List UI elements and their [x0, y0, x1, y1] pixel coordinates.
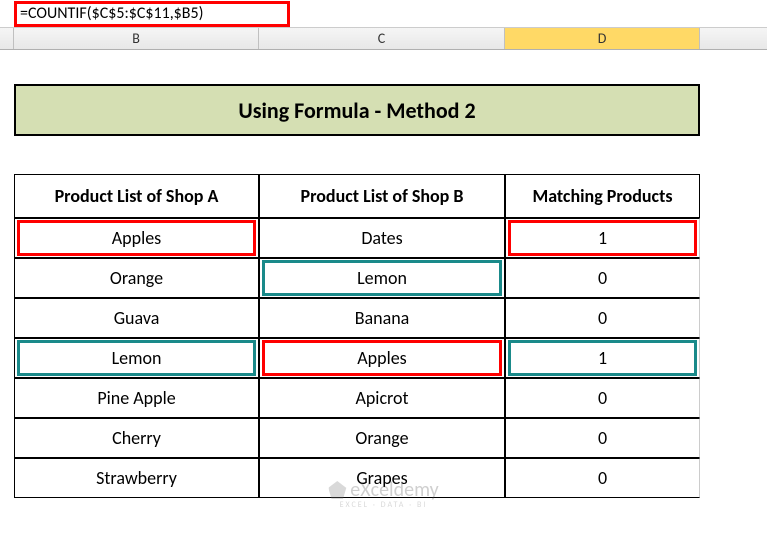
cell-shop-a[interactable]: Lemon — [14, 338, 259, 378]
table-row: Orange Lemon 0 — [14, 258, 700, 298]
col-header-d[interactable]: D — [505, 28, 700, 49]
cell-matching[interactable]: 0 — [505, 418, 700, 458]
table-row: Lemon Apples 1 — [14, 338, 700, 378]
formula-text: =COUNTIF($C$5:$C$11,$B5) — [20, 4, 203, 23]
cell-shop-b[interactable]: Apples — [259, 338, 505, 378]
cell-matching[interactable]: 0 — [505, 258, 700, 298]
header-shop-a[interactable]: Product List of Shop A — [14, 174, 259, 218]
data-table: Product List of Shop A Product List of S… — [14, 174, 700, 498]
title-banner[interactable]: Using Formula - Method 2 — [14, 84, 700, 136]
cell-shop-a[interactable]: Guava — [14, 298, 259, 338]
formula-bar[interactable]: =COUNTIF($C$5:$C$11,$B5) — [0, 0, 767, 28]
cell-matching[interactable]: 0 — [505, 298, 700, 338]
cell-matching[interactable]: 1 — [505, 338, 700, 378]
cell-matching[interactable]: 0 — [505, 458, 700, 498]
col-header-c[interactable]: C — [259, 28, 505, 49]
cell-shop-b[interactable]: Dates — [259, 218, 505, 258]
cell-shop-a[interactable]: Cherry — [14, 418, 259, 458]
cell-shop-a[interactable]: Apples — [14, 218, 259, 258]
cell-matching[interactable]: 1 — [505, 218, 700, 258]
header-shop-b[interactable]: Product List of Shop B — [259, 174, 505, 218]
col-header-gutter[interactable] — [0, 28, 14, 49]
column-headers: B C D — [0, 28, 767, 50]
cell-shop-b[interactable]: Banana — [259, 298, 505, 338]
cell-shop-b[interactable]: Grapes — [259, 458, 505, 498]
table-row: Apples Dates 1 — [14, 218, 700, 258]
cell-shop-a[interactable]: Orange — [14, 258, 259, 298]
watermark-tagline: EXCEL · DATA · BI — [328, 500, 438, 510]
page-title: Using Formula - Method 2 — [238, 97, 475, 124]
header-matching[interactable]: Matching Products — [505, 174, 700, 218]
cell-shop-b[interactable]: Apicrot — [259, 378, 505, 418]
cell-shop-a[interactable]: Strawberry — [14, 458, 259, 498]
spacer — [0, 136, 767, 174]
cell-shop-b[interactable]: Lemon — [259, 258, 505, 298]
col-header-b[interactable]: B — [14, 28, 259, 49]
cell-matching[interactable]: 0 — [505, 378, 700, 418]
table-row: Pine Apple Apicrot 0 — [14, 378, 700, 418]
cell-shop-b[interactable]: Orange — [259, 418, 505, 458]
table-header-row: Product List of Shop A Product List of S… — [14, 174, 700, 218]
table-row: Guava Banana 0 — [14, 298, 700, 338]
spacer — [0, 50, 767, 84]
table-row: Strawberry Grapes 0 — [14, 458, 700, 498]
cell-shop-a[interactable]: Pine Apple — [14, 378, 259, 418]
table-row: Cherry Orange 0 — [14, 418, 700, 458]
